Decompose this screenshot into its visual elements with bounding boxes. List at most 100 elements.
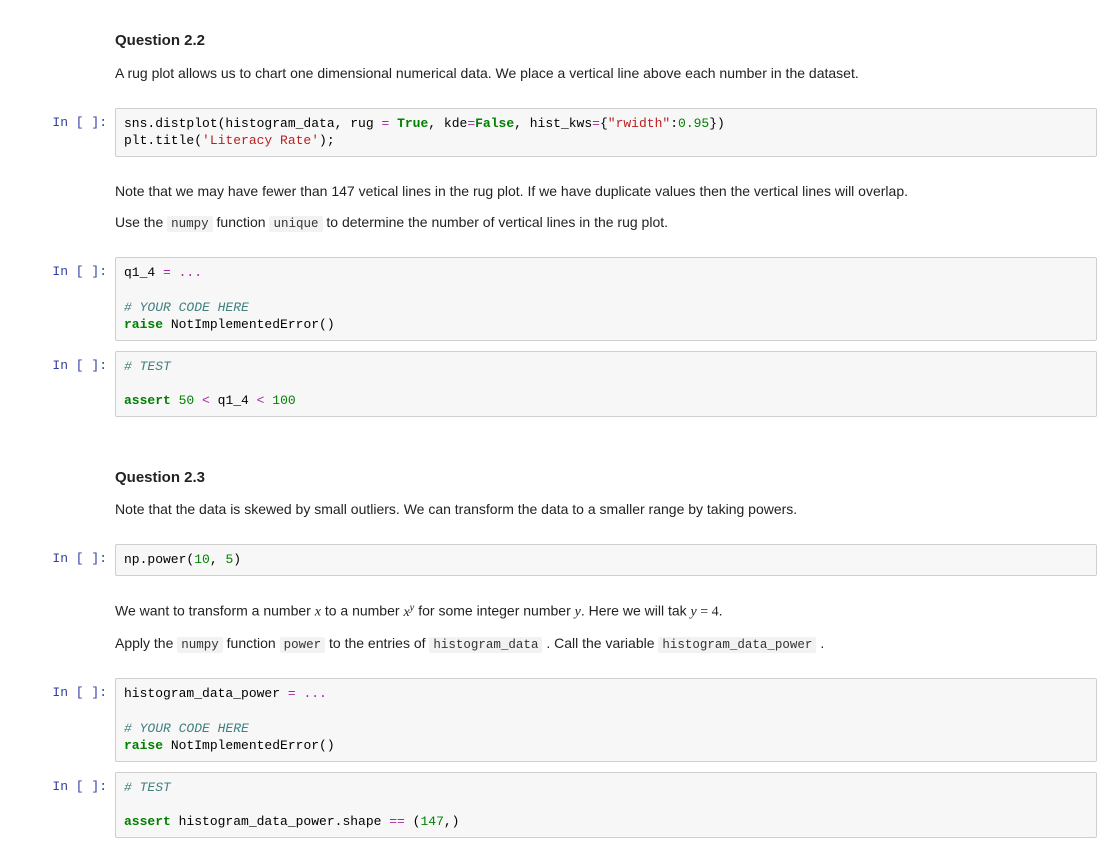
code-token: = [288,686,296,701]
math-eq: = [697,605,712,620]
math-num: 4 [712,605,719,620]
code-cell-1: In [ ]: sns.distplot(histogram_data, rug… [0,104,1117,161]
prompt-in: In [ ]: [0,678,115,762]
text-span: Use the [115,214,167,230]
code-token: ... [296,686,327,701]
code-token: < [249,393,272,408]
code-token: 100 [272,393,295,408]
markdown-cell-md2: Note that we may have fewer than 147 vet… [0,163,1117,252]
text-span: to a number [321,603,404,619]
text-span: function [213,214,270,230]
code-input-2[interactable]: q1_4 = ... # YOUR CODE HERE raise NotImple… [115,257,1097,341]
heading-q22: Question 2.2 [115,30,1097,53]
code-token: plt.title( [124,133,202,148]
text-span: to the entries of [325,635,429,651]
text-span: . Here we will tak [581,603,691,619]
code-comment: # YOUR CODE HERE [124,721,249,736]
code-token: 'Literacy Rate' [202,133,319,148]
code-token: assert [124,393,171,408]
code-token: histogram_data_power [124,686,288,701]
code-cell-5: In [ ]: histogram_data_power = ... # YOUR… [0,674,1117,766]
code-token: ( [405,814,421,829]
code-token [389,116,397,131]
code-token: , kde [428,116,467,131]
text-span: to determine the number of vertical line… [323,214,669,230]
code-token: ,) [444,814,460,829]
prompt-in: In [ ]: [0,351,115,417]
code-token: 0.95 [678,116,709,131]
text-span: for some integer number [414,603,574,619]
inline-code: numpy [177,637,223,653]
code-token: q1_4 [218,393,249,408]
code-cell-3: In [ ]: # TEST assert 50 < q1_4 < 100 [0,347,1117,421]
code-input-1[interactable]: sns.distplot(histogram_data, rug = True,… [115,108,1097,157]
prompt-in: In [ ]: [0,257,115,341]
code-token: = [592,116,600,131]
code-token: assert [124,814,171,829]
inline-code: numpy [167,216,213,232]
code-token: sns.distplot(histogram_data, rug [124,116,381,131]
code-cell-2: In [ ]: q1_4 = ... # YOUR CODE HERE raise … [0,253,1117,345]
inline-code: histogram_data [429,637,542,653]
code-token: = [467,116,475,131]
inline-code: power [280,637,326,653]
code-token: < [194,393,217,408]
code-token: 147 [420,814,443,829]
code-input-3[interactable]: # TEST assert 50 < q1_4 < 100 [115,351,1097,417]
prompt-empty [0,167,115,248]
code-token: 10 [194,552,210,567]
prompt-empty [0,451,115,535]
code-token: = [163,265,171,280]
code-comment: # TEST [124,359,171,374]
code-comment: # YOUR CODE HERE [124,300,249,315]
code-comment: # TEST [124,780,171,795]
code-token: ... [171,265,202,280]
inline-code: histogram_data_power [658,637,816,653]
markdown-cell-md5: We want to transform a number x to a num… [0,582,1117,672]
code-token [171,393,179,408]
code-token: raise [124,738,163,753]
math-xy: xy [403,605,414,620]
code-input-4[interactable]: np.power(10, 5) [115,544,1097,576]
text-span: . [719,603,723,619]
text-span: We want to transform a number [115,603,315,619]
prompt-in: In [ ]: [0,108,115,157]
prompt-empty [0,14,115,98]
text-span: Apply the [115,635,177,651]
code-token: , hist_kws [514,116,592,131]
inline-code: unique [269,216,322,232]
code-token: NotImplementedError() [163,738,335,753]
text-q23-intro: Note that the data is skewed by small ou… [115,499,1097,520]
code-token: }) [709,116,725,131]
text-span: . Call the variable [542,635,658,651]
code-token: ); [319,133,335,148]
prompt-empty [0,586,115,668]
text-apply: Apply the numpy function power to the en… [115,633,1097,655]
code-input-5[interactable]: histogram_data_power = ... # YOUR CODE HE… [115,678,1097,762]
code-token: ) [233,552,241,567]
text-note: Note that we may have fewer than 147 vet… [115,181,1097,202]
code-token: : [670,116,678,131]
code-token: q1_4 [124,265,163,280]
text-instruction: Use the numpy function unique to determi… [115,212,1097,234]
heading-q23: Question 2.3 [115,467,1097,490]
code-cell-4: In [ ]: np.power(10, 5) [0,540,1117,580]
code-token: raise [124,317,163,332]
code-token: == [389,814,405,829]
markdown-cell-q22-heading: Question 2.2 A rug plot allows us to cha… [0,10,1117,102]
notebook: Question 2.2 A rug plot allows us to cha… [0,0,1117,854]
code-token: , [210,552,226,567]
code-token: { [600,116,608,131]
code-token: "rwidth" [608,116,670,131]
prompt-in: In [ ]: [0,544,115,576]
code-token: histogram_data_power.shape [171,814,389,829]
text-span: . [816,635,824,651]
code-token: False [475,116,514,131]
text-transform: We want to transform a number x to a num… [115,600,1097,623]
text-span: function [223,635,280,651]
code-token: 50 [179,393,195,408]
code-token: np.power( [124,552,194,567]
markdown-cell-q23-heading: Question 2.3 Note that the data is skewe… [0,447,1117,539]
code-token: True [397,116,428,131]
code-token: NotImplementedError() [163,317,335,332]
